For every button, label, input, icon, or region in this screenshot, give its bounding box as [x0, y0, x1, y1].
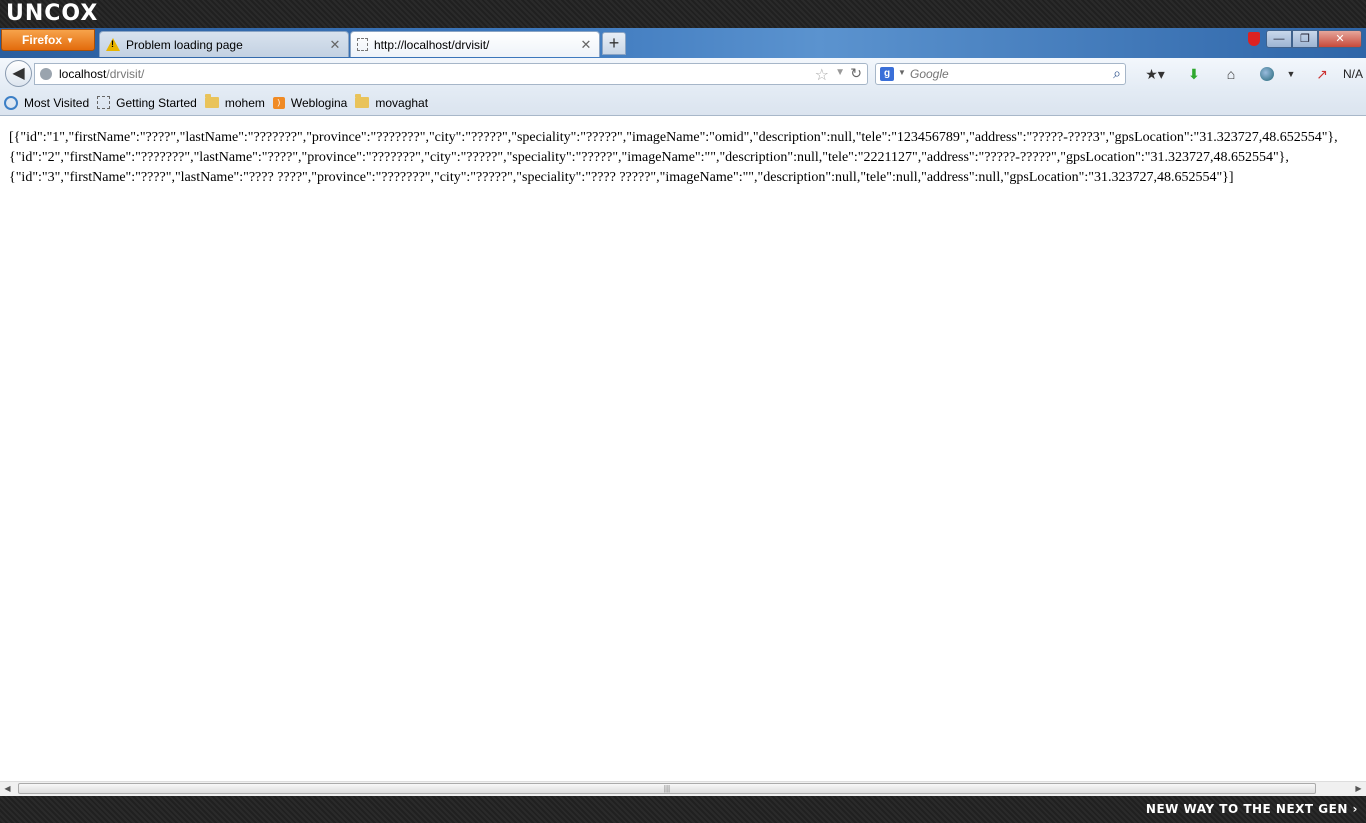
home-icon[interactable]: ⌂ [1220, 64, 1242, 84]
bookmark-star-icon[interactable]: ☆ [815, 65, 829, 85]
json-line: {"id":"3","firstName":"????","lastName":… [9, 170, 1234, 185]
dashed-page-icon [97, 96, 111, 109]
bookmarks-toolbar: Most Visited Getting Started mohem ) Web… [0, 90, 1366, 116]
bookmark-weblogina[interactable]: ) Weblogina [272, 95, 348, 110]
tab-title: http://localhost/drvisit/ [374, 37, 490, 52]
download-icon[interactable]: ⬇ [1184, 64, 1204, 84]
url-host: localhost [59, 67, 107, 81]
bookmark-folder-mohem[interactable]: mohem [204, 94, 265, 110]
tab-close-icon[interactable]: ✕ [579, 37, 593, 53]
search-engine-dropdown-icon[interactable]: ▼ [898, 68, 906, 77]
bookmark-label: Getting Started [116, 95, 197, 110]
back-button[interactable]: ◀ [5, 60, 32, 87]
os-tagline: NEW WAY TO THE NEXT GEN › [1145, 802, 1358, 816]
page-content: [{"id":"1","firstName":"????","lastName"… [0, 116, 1366, 781]
navigation-bar: ◀ localhost/drvisit/ ☆ ▼ ↻ g ▼ ⌕ ★▾ ⬇ ⌂ … [0, 58, 1366, 90]
tab-title: Problem loading page [126, 37, 243, 52]
addon-status-label[interactable]: N/A [1340, 64, 1366, 84]
folder-icon [204, 94, 219, 108]
reload-icon[interactable]: ↻ [850, 65, 862, 82]
url-history-dropdown-icon[interactable]: ▼ [835, 67, 845, 78]
bookmark-label: movaghat [375, 95, 429, 110]
json-line: [{"id":"1","firstName":"????","lastName"… [9, 130, 1338, 145]
tab-close-icon[interactable]: ✕ [328, 37, 342, 53]
os-bottom-bar: NEW WAY TO THE NEXT GEN › [0, 796, 1366, 823]
json-response: [{"id":"1","firstName":"????","lastName"… [0, 116, 1366, 188]
maximize-button[interactable]: ❐ [1292, 30, 1318, 48]
search-bar[interactable]: g ▼ ⌕ [875, 63, 1126, 85]
firefox-menu-label: Firefox [22, 33, 63, 47]
tab-drvisit[interactable]: http://localhost/drvisit/ ✕ [350, 31, 600, 57]
tab-problem-loading[interactable]: Problem loading page ✕ [99, 31, 349, 57]
bookmark-getting-started[interactable]: Getting Started [97, 96, 197, 110]
blank-page-icon [357, 38, 368, 51]
scroll-right-arrow-icon[interactable]: ▶ [1351, 782, 1366, 796]
new-tab-button[interactable]: + [602, 32, 626, 55]
bookmark-label: Most Visited [24, 95, 90, 110]
site-identity-icon[interactable] [40, 68, 52, 80]
back-arrow-icon: ◀ [12, 65, 25, 82]
close-window-button[interactable]: ✕ [1318, 30, 1362, 48]
shield-addon-icon[interactable] [1248, 32, 1260, 46]
horizontal-scrollbar[interactable]: ◀ ||| ▶ [0, 781, 1366, 796]
browser-window: Firefox▼ Problem loading page ✕ http://l… [0, 28, 1366, 796]
folder-icon [355, 94, 370, 108]
addon-dropdown-icon[interactable]: ▼ [1284, 64, 1298, 84]
bookmarks-menu-icon[interactable]: ★▾ [1140, 64, 1170, 84]
window-controls: — ❐ ✕ [1248, 30, 1362, 48]
google-engine-icon[interactable]: g [880, 67, 894, 81]
bookmark-label: Weblogina [290, 95, 348, 110]
scroll-left-arrow-icon[interactable]: ◀ [0, 782, 15, 796]
url-text[interactable]: localhost/drvisit/ [59, 67, 144, 81]
warning-icon [106, 38, 120, 51]
bookmark-most-visited[interactable]: Most Visited [4, 95, 90, 110]
chevron-down-icon: ▼ [66, 36, 74, 45]
stats-addon-icon[interactable]: ↗ [1312, 64, 1332, 84]
json-line: {"id":"2","firstName":"???????","lastNam… [9, 150, 1289, 165]
url-bar[interactable]: localhost/drvisit/ ☆ ▼ ↻ [34, 63, 868, 85]
firefox-menu-button[interactable]: Firefox ▼ [1, 29, 95, 51]
os-logo: UNCOX [6, 1, 99, 26]
os-top-bar: UNCOX [0, 0, 1366, 28]
bookmark-folder-movaghat[interactable]: movaghat [355, 94, 429, 110]
search-magnifier-icon[interactable]: ⌕ [1113, 65, 1121, 82]
most-visited-icon [4, 95, 18, 110]
scrollbar-thumb[interactable]: ||| [18, 783, 1316, 794]
rss-icon: ) [272, 96, 285, 109]
globe-addon-icon[interactable] [1258, 64, 1276, 84]
bookmark-label: mohem [224, 95, 265, 110]
minimize-button[interactable]: — [1266, 30, 1292, 48]
search-input[interactable] [910, 66, 1100, 82]
url-path: /drvisit/ [106, 67, 145, 81]
tab-bar: Firefox▼ Problem loading page ✕ http://l… [0, 28, 1366, 58]
